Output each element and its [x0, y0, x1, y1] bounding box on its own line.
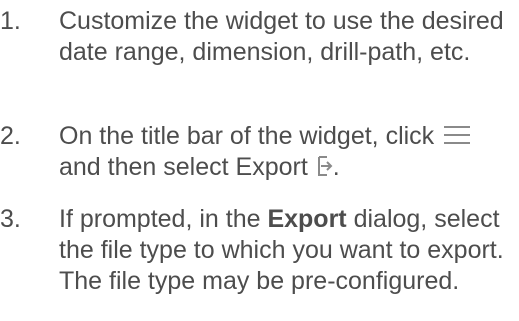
- step-text: On the title bar of the widget, click an…: [59, 121, 517, 183]
- step-2-text-after-menu: and then select Export: [59, 153, 315, 181]
- step-1-text: Customize the widget to use the desired …: [59, 7, 504, 66]
- instruction-steps: 1. Customize the widget to use the desir…: [0, 0, 519, 321]
- hamburger-menu-icon: [443, 123, 471, 145]
- step-2-text-end: .: [332, 153, 340, 181]
- step-text: If prompted, in the Export dialog, selec…: [59, 204, 517, 297]
- step-number: 2.: [0, 122, 21, 150]
- export-dialog-name: Export: [267, 205, 347, 233]
- step-number: 3.: [0, 205, 21, 233]
- step-number: 1.: [0, 7, 21, 35]
- step-2: 2. On the title bar of the widget, click…: [0, 121, 519, 185]
- step-3-text-before-bold: If prompted, in the: [59, 205, 268, 233]
- step-1: 1. Customize the widget to use the desir…: [0, 6, 519, 102]
- step-2-text-before-menu: On the title bar of the widget, click: [59, 122, 442, 150]
- export-icon: [317, 154, 333, 176]
- step-3: 3. If prompted, in the Export dialog, se…: [0, 204, 519, 321]
- step-text: Customize the widget to use the desired …: [59, 6, 517, 68]
